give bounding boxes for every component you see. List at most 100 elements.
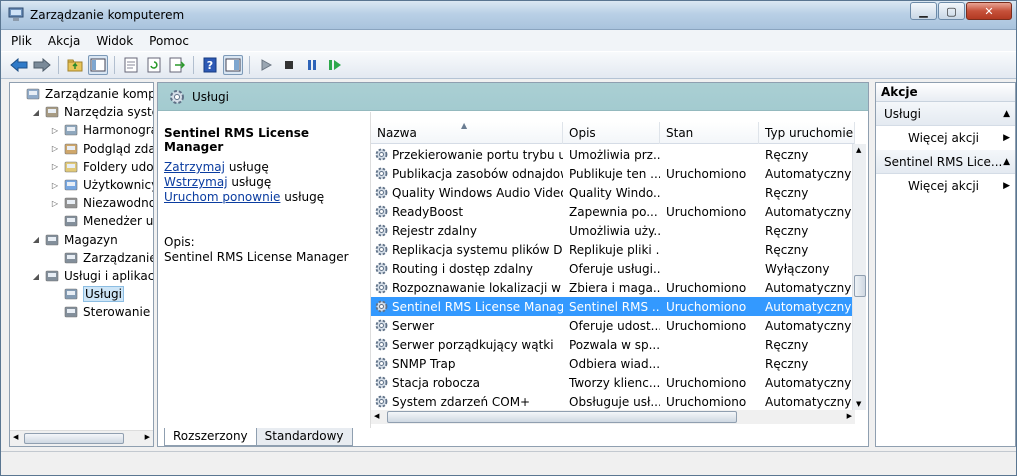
table-row[interactable]: Serwer Oferuje udost... Uruchomiono Automat… (371, 316, 855, 335)
title-bar[interactable]: Zarządzanie komputerem ▁ ▢ ✕ (1, 1, 1016, 30)
service-name-cell: Routing i dostęp zdalny (371, 261, 563, 276)
action-label: Więcej akcji (908, 131, 980, 145)
scroll-up-icon[interactable]: ▲ (856, 146, 861, 154)
tree-item[interactable]: ▷ Niezawodność (50, 194, 153, 212)
export-list-icon[interactable] (167, 55, 187, 75)
tree-item[interactable]: ▷ Harmonogram (50, 121, 153, 139)
list-horizontal-thumb[interactable] (387, 411, 737, 423)
export-icon[interactable] (121, 55, 141, 75)
tree-item[interactable]: ▷ Foldery udostę (50, 158, 153, 176)
tree-item[interactable]: Sterowanie usł (50, 303, 153, 321)
table-row[interactable]: Routing i dostęp zdalny Oferuje usługi...… (371, 259, 855, 278)
tree-item[interactable]: Zarządzanie komputer (12, 85, 153, 103)
expand-arrow-icon[interactable]: ▷ (50, 144, 60, 153)
service-name-cell: Rozpoznawanie lokalizacji w si... (371, 280, 563, 295)
minimize-button[interactable]: ▁ (910, 2, 937, 20)
menu-action[interactable]: Akcja (48, 34, 80, 48)
column-name[interactable]: Nazwa ▲ (371, 122, 563, 144)
up-folder-icon[interactable] (65, 55, 85, 75)
forward-icon[interactable] (32, 55, 52, 75)
vertical-scroll-thumb[interactable] (854, 275, 866, 297)
tree-node-icon (63, 304, 79, 320)
gear-icon (374, 394, 389, 409)
tree-item-label: Narzędzia systemo (64, 105, 153, 120)
table-row[interactable]: System zdarzeń COM+ Obsługuje usł... Uruch… (371, 392, 855, 411)
table-row[interactable]: Publikacja zasobów odnajdow... Publikuje … (371, 164, 855, 183)
start-icon[interactable] (256, 55, 276, 75)
restart-service-link[interactable]: Uruchom ponownie (164, 190, 280, 204)
expand-arrow-icon[interactable]: ▷ (50, 162, 60, 171)
menu-view[interactable]: Widok (96, 34, 133, 48)
gear-icon (374, 299, 389, 314)
tree-item[interactable]: Menedżer urzą (50, 212, 153, 230)
service-name-text: Przekierowanie portu trybu uż... (392, 147, 563, 162)
console-tree-icon[interactable] (88, 55, 108, 75)
close-button[interactable]: ✕ (966, 2, 1012, 20)
tree-item[interactable]: ◢ Narzędzia systemo (31, 103, 153, 121)
service-description-cell: Publikuje ten ... (569, 166, 660, 181)
vertical-scrollbar[interactable]: ▲ ▼ (852, 144, 866, 410)
table-row[interactable]: Rozpoznawanie lokalizacji w si... Zbiera … (371, 278, 855, 297)
service-name-cell: System zdarzeń COM+ (371, 394, 563, 409)
actions-group-header[interactable]: Usługi ▲ (876, 102, 1015, 126)
tab-standard[interactable]: Standardowy (255, 428, 353, 446)
column-status[interactable]: Stan (660, 122, 759, 144)
expand-arrow-icon[interactable]: ▷ (50, 126, 60, 135)
scroll-left-icon[interactable]: ◀ (13, 433, 18, 441)
table-row[interactable]: Replikacja systemu plików DFS Replikuje p… (371, 240, 855, 259)
tree-item[interactable]: Usługi (50, 285, 125, 303)
scroll-left-icon[interactable]: ◀ (374, 412, 379, 420)
refresh-icon[interactable] (144, 55, 164, 75)
table-row[interactable]: Przekierowanie portu trybu uż... Umożliwi… (371, 145, 855, 164)
scroll-right-icon[interactable]: ▶ (847, 412, 852, 420)
actions-group-header[interactable]: Sentinel RMS Lice... ▲ (876, 150, 1015, 174)
service-status-cell: Uruchomiono (666, 394, 747, 409)
back-icon[interactable] (9, 55, 29, 75)
stop-suffix: usługę (228, 160, 269, 174)
service-description-cell: Umożliwia uży... (569, 223, 660, 238)
tree-horizontal-scrollbar[interactable]: ◀ ▶ (10, 430, 153, 446)
table-row[interactable]: Rejestr zdalny Umożliwia uży... Ręczny (371, 221, 855, 240)
stop-icon[interactable] (279, 55, 299, 75)
tree-item[interactable]: ▷ Użytkownicy i g (50, 176, 153, 194)
table-row[interactable]: SNMP Trap Odbiera wiad... Ręczny (371, 354, 855, 373)
expand-arrow-icon[interactable]: ◢ (31, 235, 41, 244)
tree-scroll-thumb[interactable] (24, 433, 124, 444)
table-row[interactable]: Sentinel RMS License Manager Sentinel RMS… (371, 297, 855, 316)
tree-item[interactable]: ◢ Usługi i aplikacje (31, 267, 153, 285)
tree-item[interactable]: ▷ Podgląd zdarze (50, 140, 153, 158)
menu-file[interactable]: Plik (11, 34, 32, 48)
maximize-button[interactable]: ▢ (938, 2, 965, 20)
tree-item[interactable]: ◢ Magazyn (31, 231, 118, 249)
help-icon[interactable]: ? (200, 55, 220, 75)
stop-service-link[interactable]: Zatrzymaj (164, 160, 225, 174)
tab-extended[interactable]: Rozszerzony (164, 428, 257, 446)
expand-arrow-icon[interactable]: ◢ (31, 272, 41, 281)
service-name-text: Serwer porządkujący wątki (392, 337, 554, 352)
expand-arrow-icon[interactable]: ▷ (50, 181, 60, 190)
service-description-cell: Oferuje usługi... (569, 261, 660, 276)
expand-arrow-icon[interactable]: ◢ (31, 108, 41, 117)
resume-icon[interactable] (325, 55, 345, 75)
table-row[interactable]: Serwer porządkujący wątki Pozwala w sp...… (371, 335, 855, 354)
column-startup-type[interactable]: Typ uruchomien (759, 122, 855, 144)
expand-arrow-icon[interactable]: ▷ (50, 199, 60, 208)
list-horizontal-scrollbar[interactable]: ◀ ▶ (371, 410, 855, 424)
table-row[interactable]: ReadyBoost Zapewnia po... Uruchomiono Autom… (371, 202, 855, 221)
scroll-right-icon[interactable]: ▶ (145, 433, 150, 441)
scroll-down-icon[interactable]: ▼ (856, 400, 861, 408)
show-hide-icon[interactable] (223, 55, 243, 75)
table-row[interactable]: Stacja robocza Tworzy klienc... Uruchomion… (371, 373, 855, 392)
pause-service-link[interactable]: Wstrzymaj (164, 175, 228, 189)
more-actions-item[interactable]: Więcej akcji ▶ (876, 174, 1015, 198)
column-description[interactable]: Opis (563, 122, 660, 144)
service-status-cell: Uruchomiono (666, 375, 747, 390)
collapse-arrow-icon: ▲ (1003, 157, 1010, 167)
more-actions-item[interactable]: Więcej akcji ▶ (876, 126, 1015, 150)
tree-item[interactable]: Zarządzanie dy (50, 249, 154, 267)
tree-item-label: Zarządzanie dy (83, 250, 154, 265)
menu-help[interactable]: Pomoc (149, 34, 189, 48)
view-tabs: Rozszerzony Standardowy (164, 428, 353, 447)
table-row[interactable]: Quality Windows Audio Video... Quality Wi… (371, 183, 855, 202)
pause-icon[interactable] (302, 55, 322, 75)
